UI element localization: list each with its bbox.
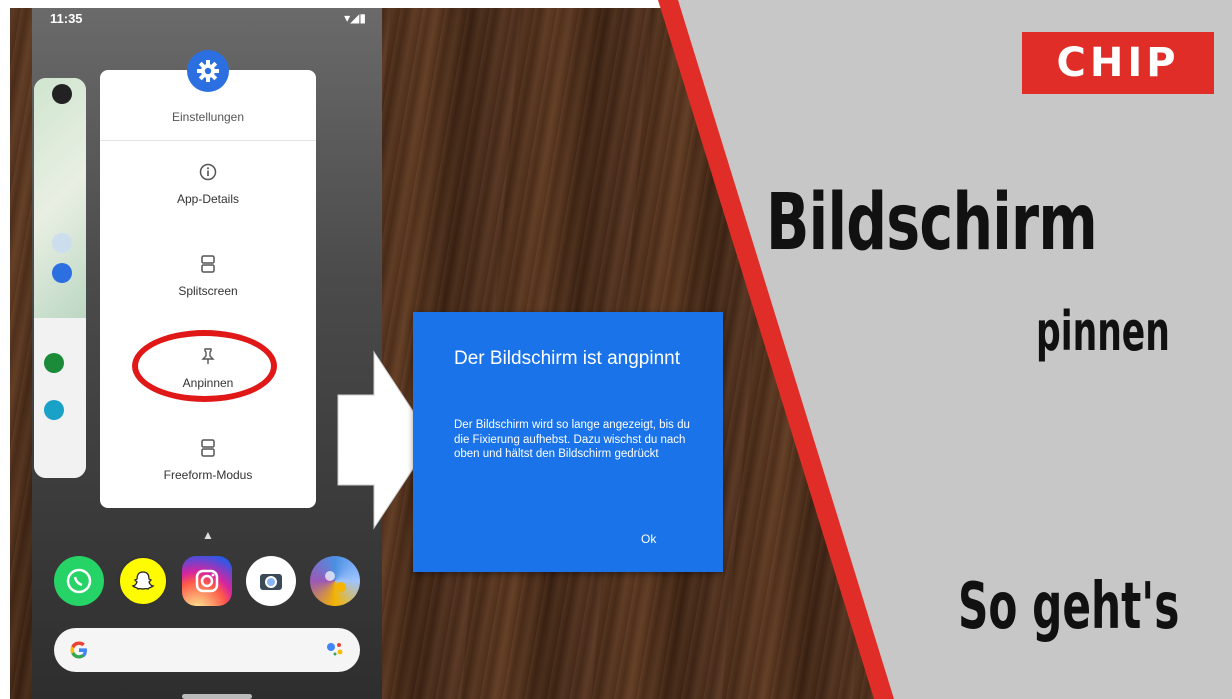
subheadline: pinnen: [1036, 300, 1170, 363]
gear-icon: [197, 60, 219, 82]
chip-logo[interactable]: CHIP: [1022, 32, 1214, 94]
logo-text: CHIP: [1056, 40, 1180, 86]
headline: Bildschirm: [766, 178, 1098, 268]
footer-text: So geht's: [958, 570, 1180, 644]
settings-gear-icon[interactable]: [187, 50, 229, 92]
